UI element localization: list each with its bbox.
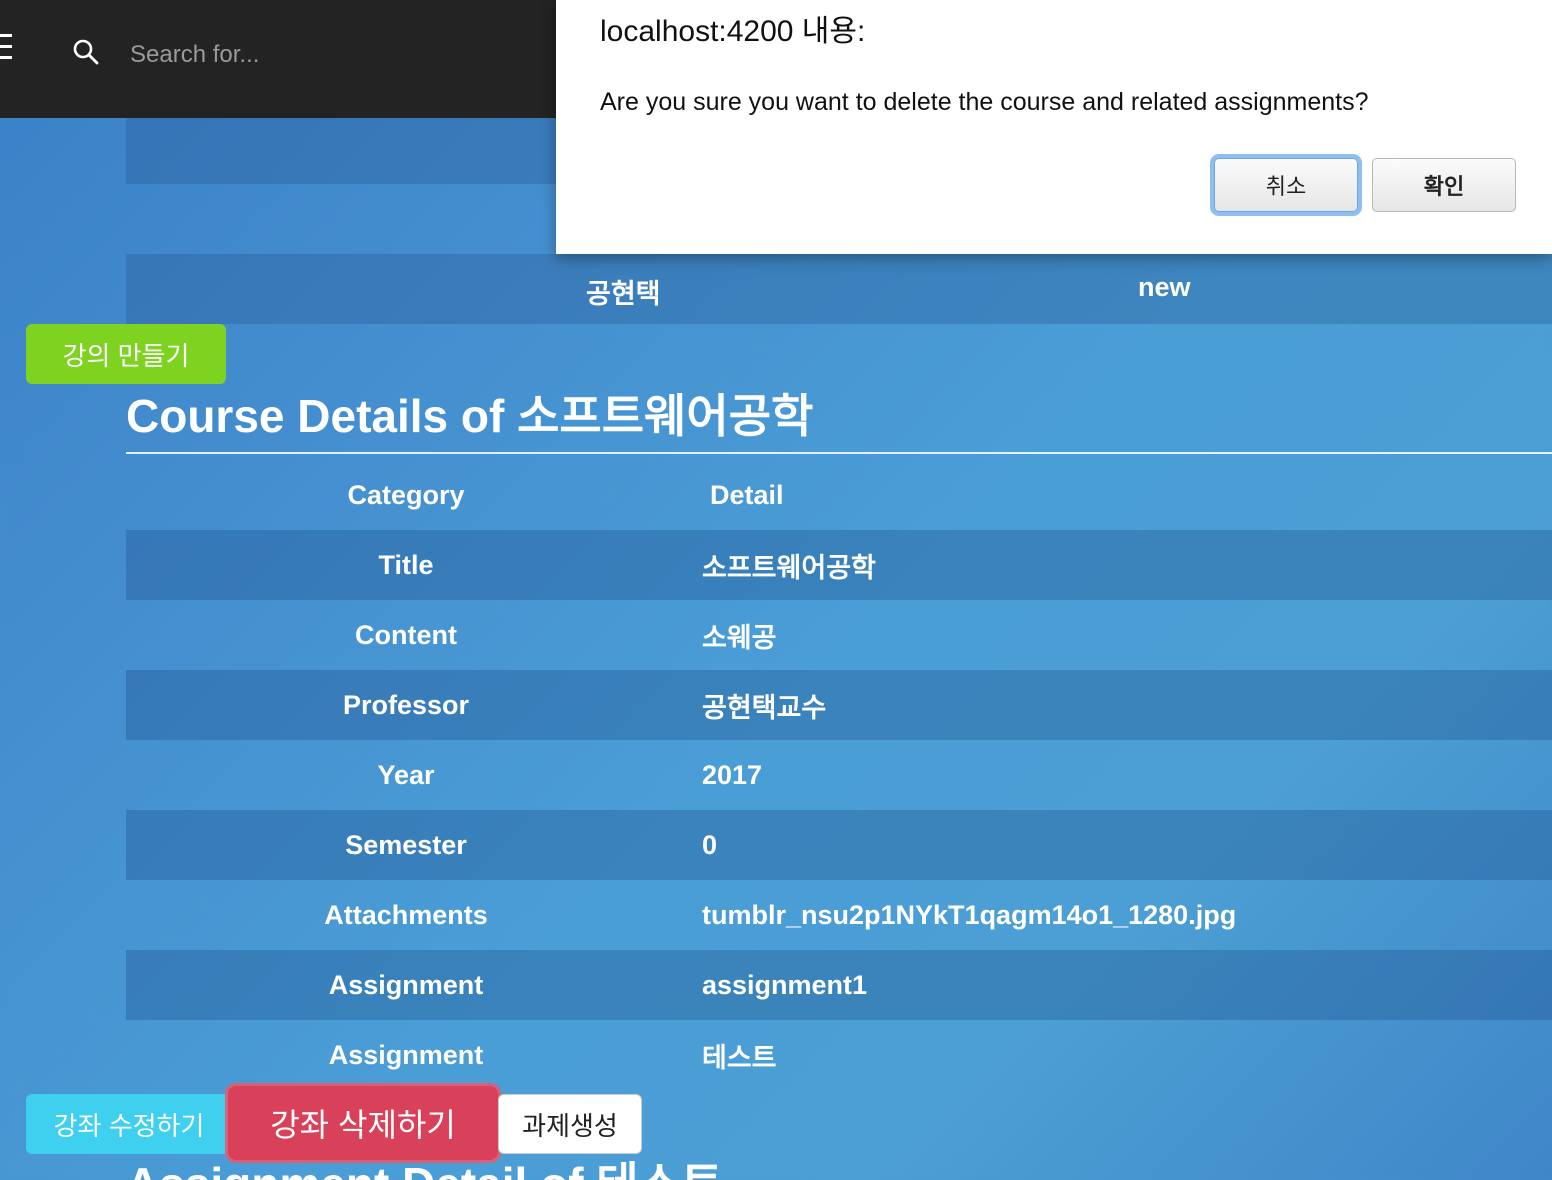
table-row: Professor 공현택교수	[126, 670, 1552, 740]
category-cell: Content	[355, 619, 457, 650]
table-row: Assignment assignment1	[126, 950, 1552, 1020]
assignment-heading: Assignment Detail of 테스트	[126, 1148, 723, 1180]
table-row: Title 소프트웨어공학	[126, 530, 1552, 600]
table-cell: 공현택	[586, 279, 661, 309]
detail-cell: 0	[702, 829, 718, 860]
assignment-link[interactable]: assignment1	[702, 950, 1552, 1020]
category-cell: Attachments	[324, 899, 488, 930]
detail-cell: 소웨공	[702, 622, 777, 653]
create-course-button[interactable]: 강의 만들기	[26, 324, 226, 384]
confirm-dialog: localhost:4200 내용: Are you sure you want…	[556, 0, 1552, 254]
table-row: 공현택 new	[126, 254, 1552, 324]
create-assignment-button[interactable]: 과제생성	[498, 1094, 642, 1154]
table-row: Year 2017	[126, 740, 1552, 810]
hamburger-menu-icon[interactable]	[0, 34, 12, 60]
table-row: Content 소웨공	[126, 600, 1552, 670]
table-row: Attachments tumblr_nsu2p1NYkT1qagm14o1_1…	[126, 880, 1552, 950]
category-cell: Title	[378, 549, 434, 580]
table-cell: new	[1138, 272, 1191, 302]
course-details-table: Category Detail Title 소프트웨어공학 Content 소웨…	[126, 460, 1552, 1090]
dialog-message: Are you sure you want to delete the cour…	[600, 88, 1369, 116]
attachment-link[interactable]: tumblr_nsu2p1NYkT1qagm14o1_1280.jpg	[702, 880, 1552, 950]
assignment-link[interactable]: 테스트	[702, 1020, 1552, 1090]
column-header-detail: Detail	[710, 479, 784, 510]
category-cell: Assignment	[328, 969, 484, 1000]
cancel-button[interactable]: 취소	[1214, 158, 1358, 212]
category-cell: Year	[377, 759, 435, 790]
detail-cell: 공현택교수	[702, 692, 827, 723]
confirm-button[interactable]: 확인	[1372, 158, 1516, 212]
category-cell: Assignment	[328, 1039, 484, 1070]
divider	[126, 452, 1552, 454]
category-cell: Professor	[342, 689, 470, 720]
detail-cell: 2017	[702, 759, 763, 790]
table-header-row: Category Detail	[126, 460, 1552, 530]
category-cell: Semester	[345, 829, 467, 860]
edit-course-button[interactable]: 강좌 수정하기	[26, 1094, 232, 1154]
table-row: Assignment 테스트	[126, 1020, 1552, 1090]
table-row: Semester 0	[126, 810, 1552, 880]
search-icon	[73, 39, 99, 65]
page-title: Course Details of 소프트웨어공학	[126, 390, 814, 442]
detail-cell: 소프트웨어공학	[702, 552, 876, 583]
search-input[interactable]	[128, 30, 532, 80]
dialog-origin: localhost:4200 내용:	[600, 15, 866, 48]
column-header-category: Category	[347, 479, 465, 510]
